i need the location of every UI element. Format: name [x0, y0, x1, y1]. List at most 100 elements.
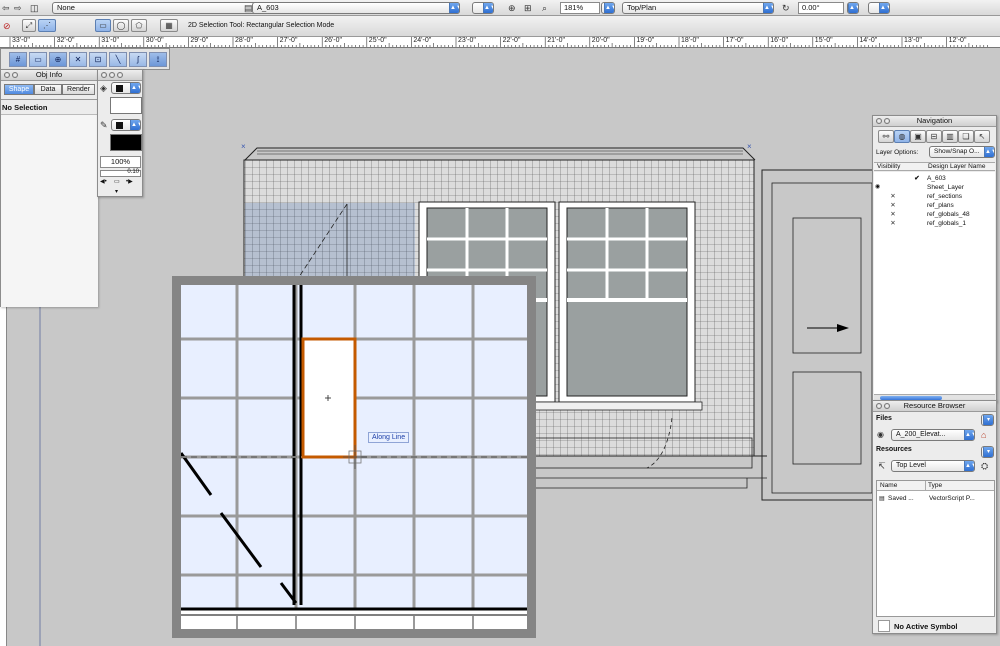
line-weight-slider[interactable]: 0.10 [100, 169, 141, 177]
view-select[interactable]: Top/Plan▲▼ [622, 2, 774, 14]
grid-tool[interactable]: # [9, 52, 27, 67]
file-select[interactable]: A_200_Elevat...▲▼ [891, 429, 975, 441]
minimize-icon[interactable] [12, 72, 18, 78]
close-icon[interactable] [101, 72, 107, 78]
home-icon[interactable]: ⌂ [981, 429, 986, 441]
resource-browser-title-bar[interactable]: Resource Browser [873, 401, 996, 412]
arrowhead-controls[interactable]: ◀• ▭ •▶ [100, 178, 141, 187]
horizontal-ruler: 33'-0" 32'-0" 31'-0" 30'-0" 29'-0" 28'-0" 27'-… [0, 37, 1000, 48]
layer-row[interactable]: ◉ Sheet_Layer [875, 183, 994, 192]
navigation-palette: Navigation ⚯ ◍ ▣ ⊟ ▥ ❏ ↖ Layer Options: … [872, 115, 997, 402]
chevron-down-icon[interactable]: ▾ [115, 188, 118, 195]
class-icon[interactable]: ◫ [30, 2, 39, 14]
pick-up-tool[interactable]: ⟟ [149, 52, 167, 67]
minimize-icon[interactable] [109, 72, 115, 78]
minimize-icon[interactable] [884, 118, 890, 124]
tool-preferences-button[interactable]: ▦ [160, 19, 178, 32]
zoom-selection-icon[interactable]: ⊞ [524, 2, 532, 14]
back-arrow-icon[interactable]: ⇦ [2, 2, 10, 14]
freehand-tool[interactable]: ʃ [129, 52, 147, 67]
tab-classes[interactable]: ⚯ [878, 130, 894, 143]
tab-views[interactable]: ▥ [942, 130, 958, 143]
layer-select[interactable]: A_603▲▼ [252, 2, 460, 14]
rotation-stepper[interactable]: ▲▼ [847, 2, 859, 14]
ruler-label: 24'-0" [413, 37, 432, 44]
cursor-icon: ⊡ [94, 55, 102, 64]
cross-tool[interactable]: ✕ [69, 52, 87, 67]
magnified-tile-field[interactable] [181, 285, 527, 629]
fill-color-swatch[interactable] [110, 97, 142, 114]
ruler-label: 20'-0" [591, 37, 610, 44]
lasso-selection-mode-button[interactable]: ◯ [113, 19, 129, 32]
arrow-right-icon[interactable]: •▶ [126, 178, 133, 185]
arrow-style-icon[interactable]: ▭ [114, 178, 120, 185]
tab-shape[interactable]: Shape [4, 84, 34, 95]
pen-icon: ✎ [100, 120, 108, 130]
line-tool[interactable]: ╲ [109, 52, 127, 67]
layer-row[interactable]: ✕ ref_globals_48 [878, 210, 994, 219]
active-symbol-preview [878, 620, 890, 632]
attributes-title-bar[interactable] [98, 70, 142, 81]
chevron-down-icon: ▲▼ [130, 83, 140, 93]
tab-data[interactable]: Data [34, 84, 62, 95]
freehand-icon: ʃ [137, 55, 139, 64]
snap-grid-button[interactable]: ⤢ [22, 19, 36, 32]
zoom-field[interactable]: 181% [560, 2, 600, 14]
layer-row[interactable]: ✕ ref_globals_1 [878, 219, 994, 228]
poly-selection-mode-button[interactable]: ⬠ [131, 19, 147, 32]
layer-options-select[interactable]: Show/Snap O...▲▼ [929, 146, 995, 158]
files-menu[interactable]: ▾ [981, 414, 994, 426]
resource-row[interactable]: ▤ Saved ... VectorScript P... [879, 495, 994, 504]
rotate-plan-icon[interactable]: ↻ [782, 2, 790, 14]
chevron-down-icon: ▾ [983, 415, 993, 425]
new-resource-icon[interactable]: ⛭ [981, 460, 988, 472]
close-icon[interactable] [4, 72, 10, 78]
ruler-label: 19'-0" [636, 37, 655, 44]
zoom-icon[interactable] [117, 72, 123, 78]
folder-select[interactable]: Top Level▲▼ [891, 460, 975, 472]
navigation-title-bar[interactable]: Navigation [873, 116, 996, 127]
arrow-left-icon[interactable]: ◀• [100, 178, 107, 185]
layer-row[interactable]: ✕ ref_plans [878, 201, 994, 210]
fill-style-select[interactable]: ▲▼ [111, 82, 141, 94]
pen-style-select[interactable]: ▲▼ [111, 119, 141, 131]
obj-info-title-bar[interactable]: Obj Info [1, 70, 97, 81]
zoom-fit-icon[interactable]: ⊕ [508, 2, 516, 14]
chevron-down-icon: ▲▼ [130, 120, 140, 130]
zoom-stepper[interactable]: ▲▼ [601, 2, 615, 14]
ruler-label: 15'-0" [814, 37, 833, 44]
tab-more[interactable]: ↖ [974, 130, 990, 143]
unsnap-icon[interactable]: ⊘ [3, 20, 11, 32]
tab-viewports[interactable]: ⊟ [926, 130, 942, 143]
resources-menu[interactable]: ▾ [981, 446, 994, 458]
smart-cursor-tool[interactable]: ⊡ [89, 52, 107, 67]
layer-row[interactable]: ✔ A_603 [878, 174, 994, 183]
crosshair-tool[interactable]: ⊕ [49, 52, 67, 67]
tab-sheets[interactable]: ▣ [910, 130, 926, 143]
sheet-select[interactable]: ▲▼ [472, 2, 494, 14]
tab-render[interactable]: Render [62, 84, 95, 95]
magnifier-icon[interactable]: ⌕ [542, 2, 547, 14]
ruler-label: 26'-0" [324, 37, 343, 44]
snap-object-button[interactable]: ⋰ [38, 19, 56, 32]
magnified-drawing [181, 285, 527, 629]
pen-color-swatch[interactable] [110, 134, 142, 151]
opacity-field[interactable]: 100% [100, 156, 141, 168]
layer-options-label: Layer Options: [876, 149, 919, 156]
forward-arrow-icon[interactable]: ⇨ [14, 2, 22, 14]
minimize-icon[interactable] [884, 403, 890, 409]
rect-selection-mode-button[interactable]: ▭ [95, 19, 111, 32]
render-mode-select[interactable]: ▲▼ [868, 2, 890, 14]
ruler-label: 30'-0" [145, 37, 164, 44]
tab-layers[interactable]: ◍ [894, 130, 910, 143]
layer-row[interactable]: ✕ ref_sections [878, 192, 994, 201]
magnified-view [172, 276, 536, 638]
eye-icon[interactable]: ◉ [875, 183, 880, 192]
up-folder-icon[interactable]: ↸ [878, 460, 886, 472]
rotation-field[interactable]: 0.00° [798, 2, 844, 14]
obj-info-palette: Obj Info Shape Data Render No Selection [0, 69, 98, 307]
rectangle-tool[interactable]: ▭ [29, 52, 47, 67]
close-icon[interactable] [876, 403, 882, 409]
close-icon[interactable] [876, 118, 882, 124]
tab-references[interactable]: ❏ [958, 130, 974, 143]
